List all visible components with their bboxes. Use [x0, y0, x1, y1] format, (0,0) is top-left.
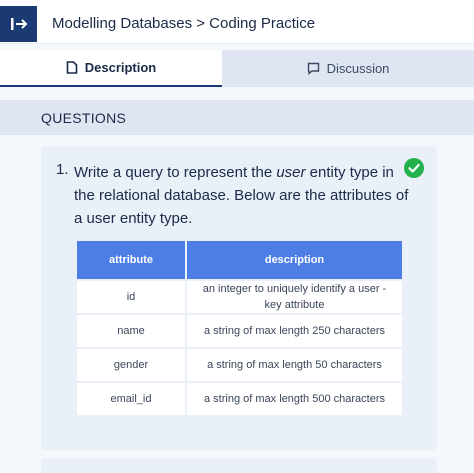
table-row: gender a string of max length 50 charact…	[77, 349, 402, 381]
table-cell-attribute: gender	[77, 349, 185, 381]
table-row: email_id a string of max length 500 char…	[77, 383, 402, 415]
question-text-start: Write a query to represent the	[74, 164, 277, 181]
questions-title: QUESTIONS	[41, 110, 127, 126]
question-card: 1. Write a query to represent the user e…	[41, 146, 437, 450]
table-header-attribute: attribute	[77, 241, 185, 279]
question-text: Write a query to represent the user enti…	[74, 161, 414, 230]
table-cell-description: a string of max length 250 characters	[187, 315, 402, 347]
tab-description-label: Description	[84, 60, 157, 75]
tab-bar: Description Discussion	[0, 50, 474, 87]
chat-icon	[307, 62, 319, 75]
breadcrumb[interactable]: Modelling Databases > Coding Practice	[52, 15, 315, 32]
table-cell-attribute: id	[77, 281, 185, 313]
question-number: 1.	[56, 161, 69, 178]
table-cell-attribute: email_id	[77, 383, 185, 415]
question-text-emphasis: user	[276, 164, 306, 181]
document-icon	[66, 61, 78, 74]
tab-description[interactable]: Description	[0, 50, 222, 87]
table-cell-attribute: name	[77, 315, 185, 347]
table-row: name a string of max length 250 characte…	[77, 315, 402, 347]
attributes-table: attribute description id an integer to u…	[75, 239, 404, 417]
table-cell-description: a string of max length 50 characters	[187, 349, 402, 381]
top-header: Modelling Databases > Coding Practice	[0, 0, 474, 44]
tab-discussion[interactable]: Discussion	[222, 50, 474, 87]
sidebar-toggle-button[interactable]	[0, 6, 37, 42]
table-header-row: attribute description	[77, 241, 402, 279]
tab-discussion-label: Discussion	[326, 61, 390, 76]
sidebar-collapse-icon	[10, 18, 27, 30]
next-question-card	[41, 458, 437, 473]
check-circle-icon	[404, 158, 424, 178]
table-cell-description: an integer to uniquely identify a user -…	[187, 281, 402, 313]
questions-section-header: QUESTIONS	[0, 100, 474, 135]
table-cell-description: a string of max length 500 characters	[187, 383, 402, 415]
table-row: id an integer to uniquely identify a use…	[77, 281, 402, 313]
table-header-description: description	[187, 241, 402, 279]
